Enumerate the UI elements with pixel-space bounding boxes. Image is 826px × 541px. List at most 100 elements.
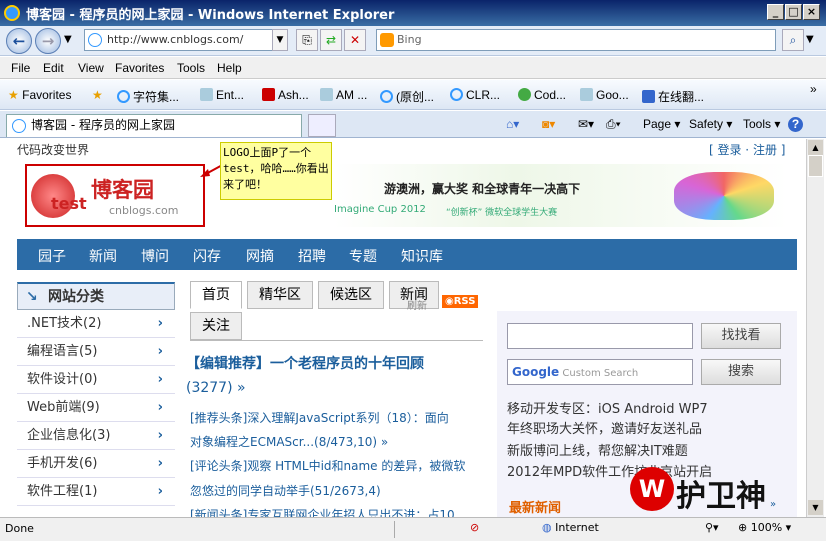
promo-link[interactable]: 移动开发专区：iOS Android WP7 xyxy=(507,398,708,417)
status-text: Done xyxy=(5,522,34,535)
menu-help[interactable]: Help xyxy=(217,61,242,75)
favorites-button[interactable]: ★ Favorites xyxy=(8,88,71,102)
banner-graphic xyxy=(674,172,774,220)
title-bar: 博客园 - 程序员的网上家园 - Windows Internet Explor… xyxy=(0,0,826,26)
tab-candidates[interactable]: 候选区 xyxy=(318,281,384,309)
category-item[interactable]: 手机开发(6) › xyxy=(17,450,175,478)
category-item[interactable]: 软件设计(0) › xyxy=(17,366,175,394)
fav-item-4[interactable]: AM ... xyxy=(320,88,367,102)
featured-link[interactable]: 【编辑推荐】一个老程序员的十年回顾 xyxy=(186,353,424,373)
vertical-scrollbar[interactable]: ▲ ▼ xyxy=(806,139,824,517)
address-field[interactable]: http://www.cnblogs.com/ xyxy=(84,29,288,51)
menu-file[interactable]: File xyxy=(11,61,30,75)
fav-item-1[interactable]: 字符集... xyxy=(117,88,179,105)
rss-badge[interactable]: ◉RSS xyxy=(442,295,479,308)
back-button[interactable]: ← xyxy=(6,28,32,54)
close-button[interactable]: × xyxy=(803,4,820,20)
stop-icon[interactable]: ✕ xyxy=(344,29,366,51)
fav-item-8[interactable]: Goo... xyxy=(580,88,629,102)
nav-flash[interactable]: 闪存 xyxy=(193,246,221,266)
translate-icon xyxy=(642,90,655,103)
fav-item-5[interactable]: (原创... xyxy=(380,88,434,105)
menu-favorites[interactable]: Favorites xyxy=(115,61,164,75)
nav-ask[interactable]: 博问 xyxy=(141,246,169,266)
promo-link[interactable]: 新版博问上线，帮您解决IT难题 xyxy=(507,440,688,459)
site-search-input[interactable] xyxy=(507,323,693,349)
page-menu[interactable]: Page ▾ xyxy=(643,117,680,131)
page-icon xyxy=(200,88,213,101)
help-icon[interactable]: ? xyxy=(788,117,803,132)
nav-topics[interactable]: 专题 xyxy=(349,246,377,266)
category-item[interactable]: .NET技术(2) › xyxy=(17,310,175,338)
menu-edit[interactable]: Edit xyxy=(43,61,64,75)
scroll-up-icon[interactable]: ▲ xyxy=(808,140,823,155)
nav-news[interactable]: 新闻 xyxy=(89,246,117,266)
chevron-right-icon: › xyxy=(157,372,163,387)
headline-item[interactable]: 对象编程之ECMAScr...(8/473,10) » xyxy=(190,433,388,450)
add-favorite-icon[interactable]: ★ xyxy=(92,88,103,102)
category-item[interactable]: 企业信息化(3) › xyxy=(17,422,175,450)
headline-item[interactable]: [新闻头条]专家互联网企业年招人只出不进：占10 xyxy=(190,506,455,517)
privacy-icon[interactable]: ⊘ xyxy=(470,521,479,534)
refresh-link[interactable]: 刷新 xyxy=(407,297,427,312)
favorites-bar: ★ Favorites ★ 字符集... Ent... Ash... AM ..… xyxy=(0,80,826,110)
maximize-button[interactable]: □ xyxy=(785,4,802,20)
category-item[interactable]: Web前端(9) › xyxy=(17,394,175,422)
page-icon xyxy=(580,88,593,101)
promo-link[interactable]: 年终职场大关怀，邀请好友送礼品 xyxy=(507,418,702,437)
star-icon: ★ xyxy=(8,88,19,102)
ie-icon xyxy=(380,90,393,103)
tab-active[interactable]: 博客园 - 程序员的网上家园 xyxy=(6,114,302,137)
feeds-icon[interactable]: ◙▾ xyxy=(542,117,555,131)
forward-button[interactable]: → xyxy=(35,28,61,54)
zoom-control[interactable]: ⊕ 100% ▾ xyxy=(738,521,791,534)
recent-pages-dropdown-icon[interactable]: ▼ xyxy=(64,34,72,45)
search-options-icon[interactable]: ▼ xyxy=(806,34,814,45)
find-button[interactable]: 找找看 xyxy=(701,323,781,349)
headline-item[interactable]: [推荐头条]深入理解JavaScript系列（18）：面向 xyxy=(190,409,449,426)
minimize-button[interactable]: _ xyxy=(767,4,784,20)
protected-mode-icon[interactable]: ⚲▾ xyxy=(705,521,719,534)
imagine-cup-banner[interactable]: 游澳洲，赢大奖 和全球青年一决高下 Imagine Cup 2012 “创新杯”… xyxy=(334,164,788,227)
zone-indicator[interactable]: ◍ Internet xyxy=(542,521,599,534)
address-dropdown-icon[interactable]: ▼ xyxy=(272,29,288,51)
tab-featured[interactable]: 精华区 xyxy=(247,281,313,309)
google-search-input[interactable]: Google Custom Search xyxy=(507,359,693,385)
login-register-link[interactable]: [ 登录 · 注册 ] xyxy=(709,141,785,158)
fav-item-3[interactable]: Ash... xyxy=(262,88,309,102)
mail-icon[interactable]: ✉▾ xyxy=(578,117,594,131)
search-button[interactable]: 搜索 xyxy=(701,359,781,385)
site-logo[interactable]: 博客园 test cnblogs.com xyxy=(25,164,205,227)
search-icon[interactable]: ⌕ xyxy=(782,29,804,51)
tab-home[interactable]: 首页 xyxy=(190,281,242,309)
status-divider xyxy=(394,521,395,538)
nav-bookmarks[interactable]: 网摘 xyxy=(246,246,274,266)
refresh-icon[interactable]: ⇄ xyxy=(320,29,342,51)
fav-item-2[interactable]: Ent... xyxy=(200,88,244,102)
category-item[interactable]: 编程语言(5) › xyxy=(17,338,175,366)
menu-tools[interactable]: Tools xyxy=(177,61,205,75)
home-icon[interactable]: ⌂▾ xyxy=(506,117,519,131)
safety-menu[interactable]: Safety ▾ xyxy=(689,117,732,131)
fav-item-7[interactable]: Cod... xyxy=(518,88,566,102)
print-icon[interactable]: ⎙▾ xyxy=(606,117,621,132)
headline-item[interactable]: 忽悠过的同学自动举手(51/2673,4) xyxy=(190,482,381,499)
chevron-icon[interactable]: » xyxy=(810,82,817,96)
nav-knowledge[interactable]: 知识库 xyxy=(401,246,443,266)
more-icon[interactable]: » xyxy=(770,499,776,510)
category-item[interactable]: 软件工程(1) › xyxy=(17,478,175,506)
globe-icon: ◍ xyxy=(542,521,552,534)
headline-item[interactable]: [评论头条]观察 HTML中id和name 的差异，被微软 xyxy=(190,457,465,474)
scroll-down-icon[interactable]: ▼ xyxy=(808,500,823,515)
menu-view[interactable]: View xyxy=(78,61,104,75)
nav-yuanzi[interactable]: 园子 xyxy=(38,246,66,266)
compatibility-icon[interactable]: ⎘ xyxy=(296,29,318,51)
fav-item-6[interactable]: CLR... xyxy=(450,88,500,102)
search-input[interactable]: Bing xyxy=(376,29,776,51)
fav-item-9[interactable]: 在线翻... xyxy=(642,88,704,105)
new-tab-button[interactable] xyxy=(308,114,336,137)
nav-jobs[interactable]: 招聘 xyxy=(298,246,326,266)
tab-follow[interactable]: 关注 xyxy=(190,312,242,340)
tools-menu[interactable]: Tools ▾ xyxy=(743,117,780,131)
scroll-thumb[interactable] xyxy=(808,155,823,177)
